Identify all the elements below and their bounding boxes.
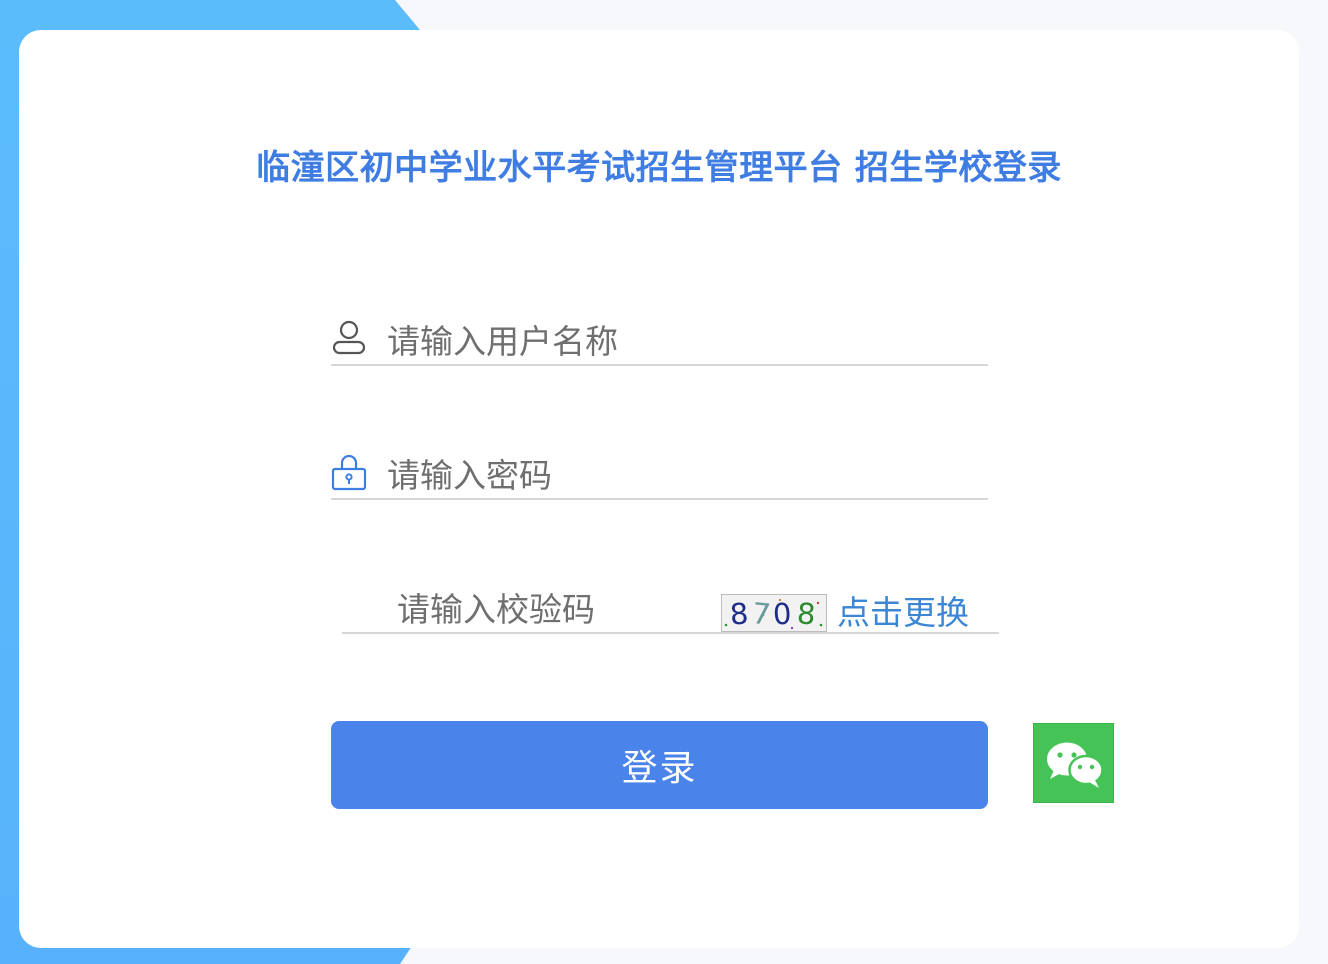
captcha-digit-2: 7 bbox=[750, 596, 772, 631]
password-field bbox=[331, 446, 988, 500]
login-button[interactable]: 登录 bbox=[331, 721, 988, 809]
refresh-captcha-link[interactable]: 点击更换 bbox=[837, 586, 969, 634]
captcha-digit-1: 8 bbox=[729, 596, 750, 631]
wechat-icon bbox=[1034, 742, 1113, 806]
wechat-login-button[interactable] bbox=[1033, 723, 1114, 803]
user-icon bbox=[331, 318, 367, 358]
captcha-digit-4: 8 bbox=[796, 596, 817, 631]
captcha-digit-3: 0 bbox=[772, 597, 792, 631]
username-field bbox=[331, 312, 988, 366]
captcha-input[interactable] bbox=[397, 588, 717, 630]
captcha-image[interactable]: 8 7 0 8 bbox=[721, 594, 827, 632]
username-input[interactable] bbox=[387, 320, 977, 362]
captcha-field: 8 7 0 8 点击更换 bbox=[342, 580, 999, 634]
page-title: 临潼区初中学业水平考试招生管理平台 招生学校登录 bbox=[256, 148, 1062, 188]
lock-icon bbox=[331, 452, 367, 492]
password-input[interactable] bbox=[387, 454, 977, 496]
